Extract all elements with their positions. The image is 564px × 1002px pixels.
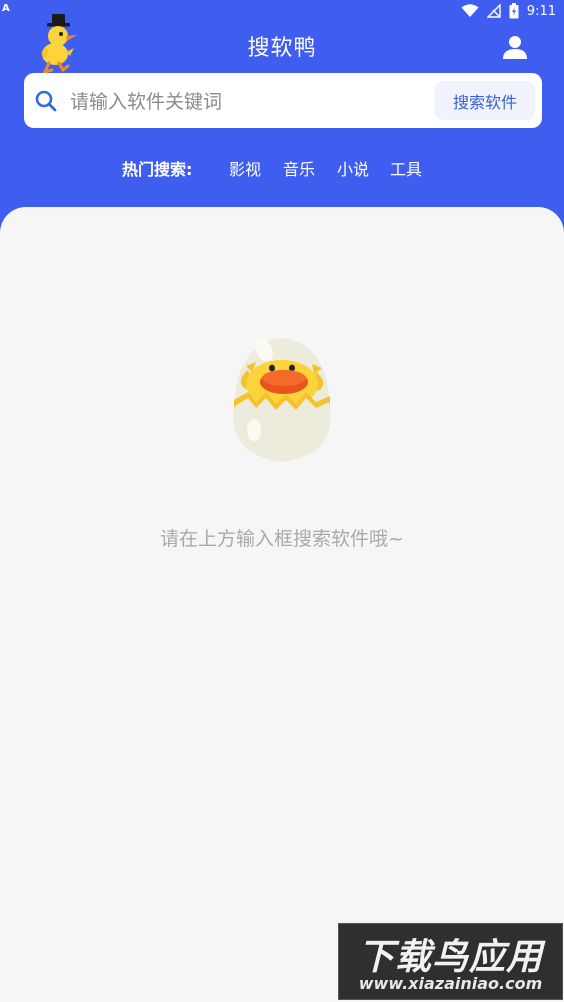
hot-search-row: 热门搜索: 影视 音乐 小说 工具 [0, 156, 564, 180]
empty-state-message: 请在上方输入框搜索软件哦~ [160, 528, 404, 550]
watermark-title: 下载鸟应用 [357, 937, 543, 978]
hot-search-label: 热门搜索: [122, 160, 193, 179]
battery-icon [509, 3, 519, 19]
search-button[interactable]: 搜索软件 [435, 81, 535, 120]
search-box: 搜索软件 [24, 73, 542, 128]
status-indicator: A [2, 3, 10, 14]
watermark-url: www.xiazainiao.com [358, 974, 543, 993]
search-input[interactable] [68, 83, 442, 120]
hot-search-item[interactable]: 小说 [337, 156, 369, 180]
signal-icon [486, 4, 501, 18]
hot-search-item[interactable]: 影视 [229, 156, 261, 180]
hot-search-item[interactable]: 工具 [390, 156, 422, 180]
app-title: 搜软鸭 [247, 36, 317, 61]
user-icon[interactable] [502, 34, 528, 60]
search-icon [35, 90, 57, 112]
wifi-icon [461, 4, 479, 17]
header: A 9:11 搜软鸭 请输入软件关键词 搜索软件 热门搜索: 影视 音乐 小说 … [0, 0, 564, 236]
status-icons: 9:11 [461, 3, 556, 19]
hatching-duck-egg-illustration [233, 338, 331, 462]
watermark: 下载鸟应用 www.xiazainiao.com [338, 923, 563, 1000]
hot-search-item[interactable]: 音乐 [283, 156, 315, 180]
status-time: 9:11 [526, 3, 556, 19]
